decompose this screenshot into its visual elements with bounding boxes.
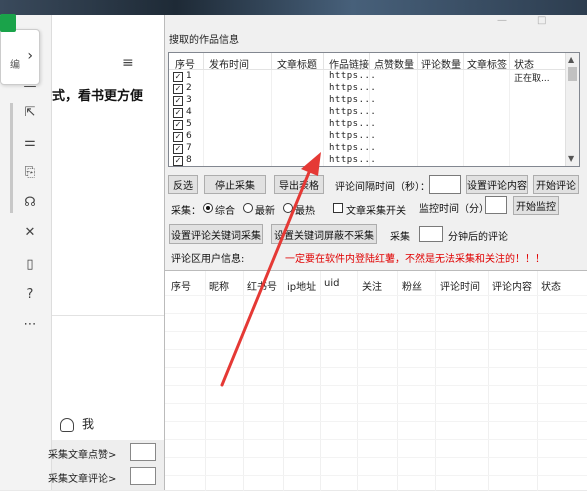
annotation-arrow [220, 152, 321, 387]
arrow-shaft [220, 163, 314, 387]
arrow-head [301, 152, 321, 176]
